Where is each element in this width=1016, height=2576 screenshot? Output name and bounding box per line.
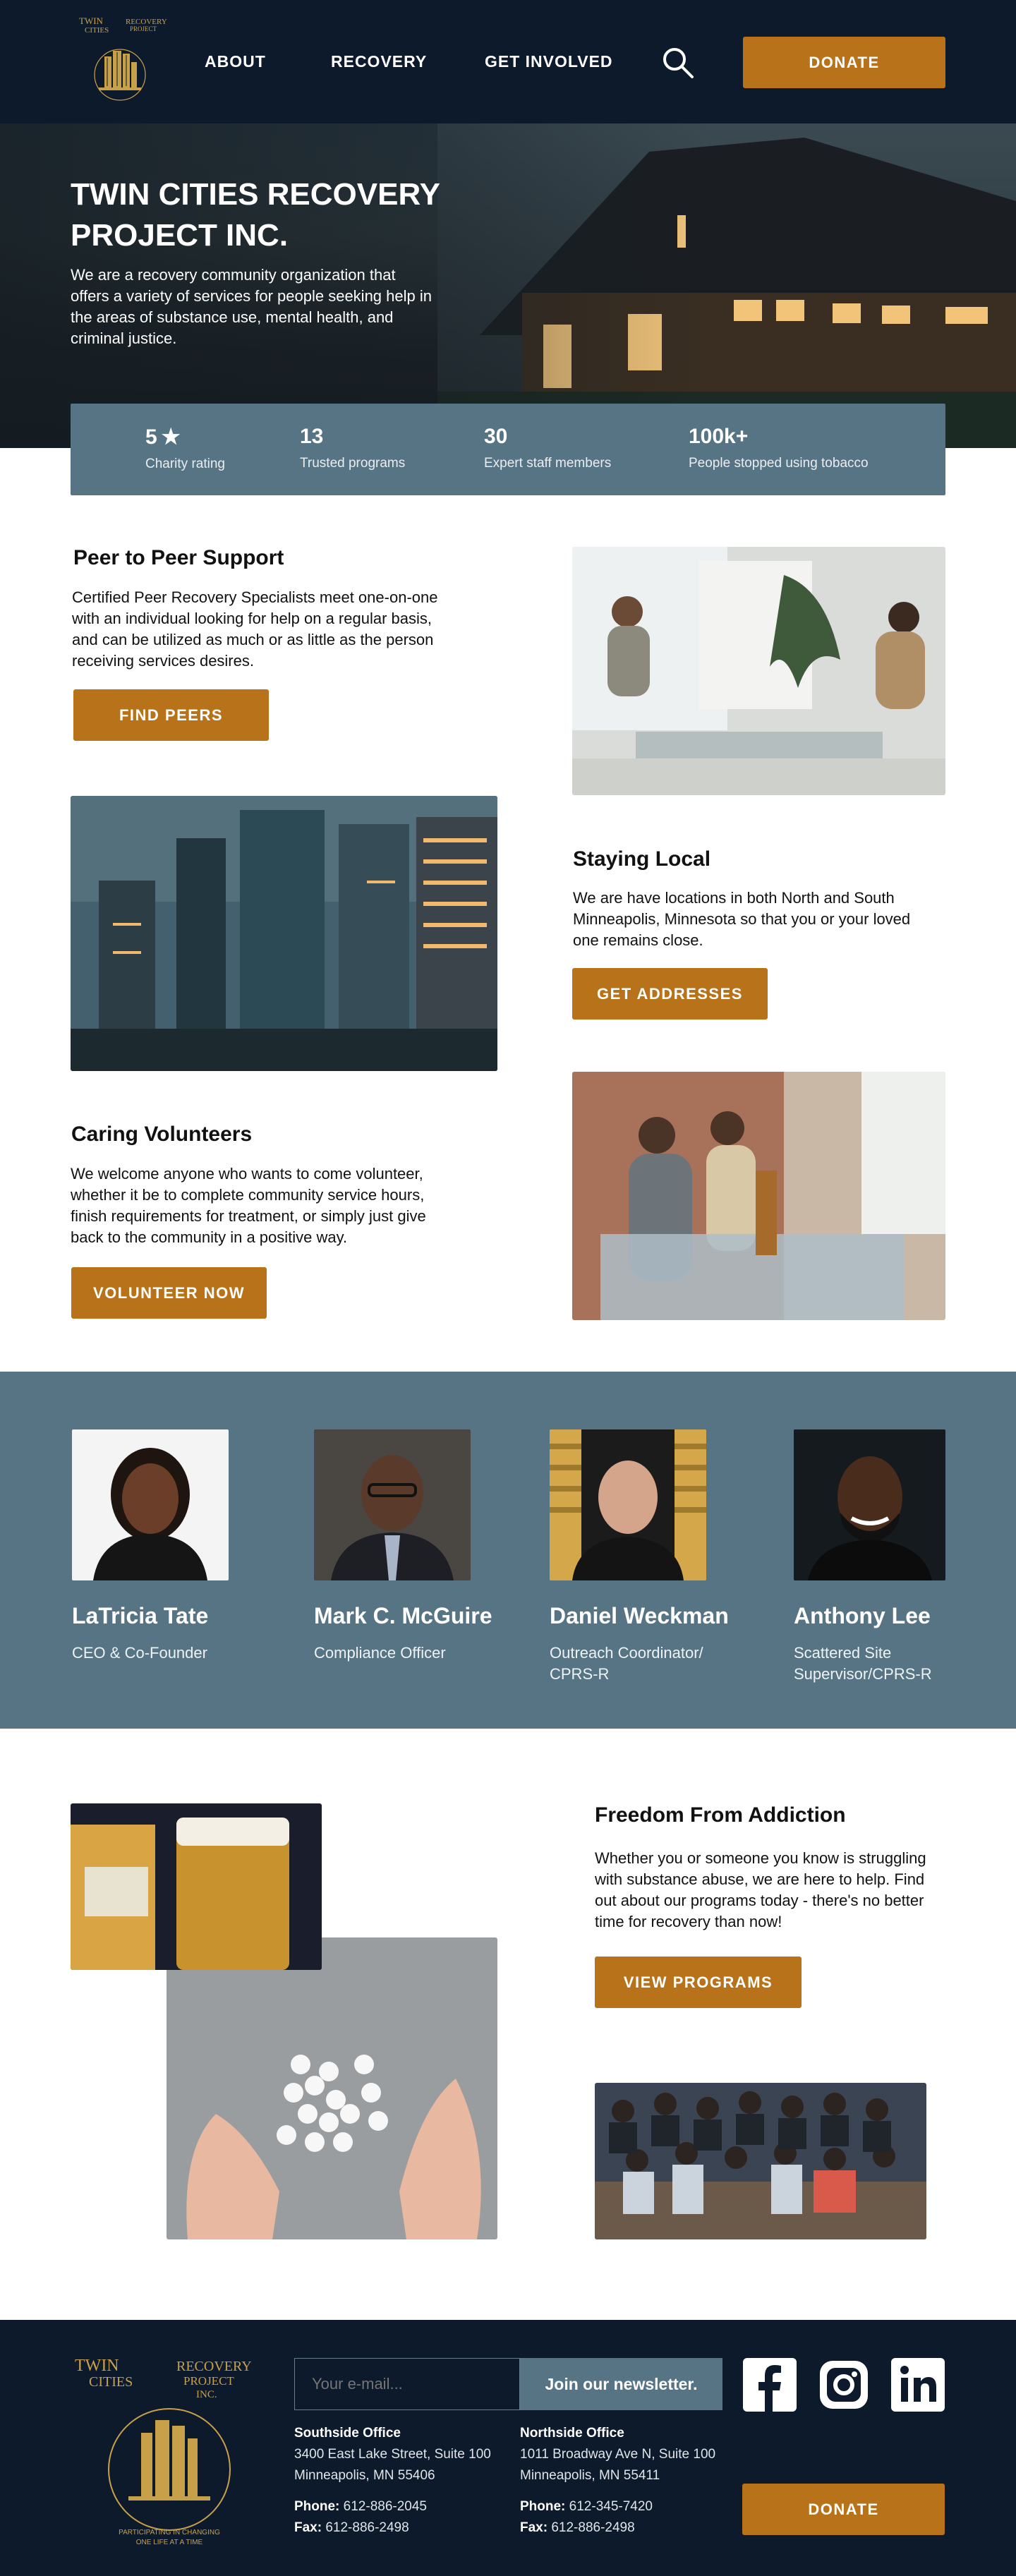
svg-text:PROJECT: PROJECT <box>130 25 157 32</box>
svg-text:INC.: INC. <box>196 2389 217 2400</box>
newsletter-join-button[interactable]: Join our newsletter. <box>520 2358 722 2410</box>
svg-text:PARTICIPATING IN CHANGING: PARTICIPATING IN CHANGING <box>119 2529 220 2536</box>
team-member-role: Compliance Officer <box>314 1644 446 1662</box>
beer-glass-photo <box>71 1803 322 1970</box>
freedom-title: Freedom From Addiction <box>595 1803 846 1827</box>
office-address-line2: Minneapolis, MN 55406 <box>294 2468 435 2483</box>
caring-volunteers-title: Caring Volunteers <box>71 1123 253 1146</box>
star-icon: ★ <box>161 425 181 449</box>
stat-value: 30 <box>484 425 508 448</box>
fax-label: Fax: <box>294 2520 322 2535</box>
northside-office: Northside Office 1011 Broadway Ave N, Su… <box>520 2423 715 2539</box>
svg-text:PROJECT: PROJECT <box>183 2374 234 2388</box>
team-member-name: LaTricia Tate <box>72 1603 209 1628</box>
svg-text:CITIES: CITIES <box>85 26 109 35</box>
top-navbar: TWIN CITIES RECOVERY PROJECT ABOUT RECOV… <box>0 0 1016 123</box>
staying-local-text: We are have locations in both North and … <box>573 889 911 949</box>
hero-title: TWIN CITIES RECOVERY PROJECT INC. <box>71 177 440 253</box>
southside-office: Southside Office 3400 East Lake Street, … <box>294 2423 491 2539</box>
team-photo-mark-mcguire <box>314 1429 471 1580</box>
peer-support-title: Peer to Peer Support <box>73 546 284 569</box>
staying-local-title: Staying Local <box>573 847 711 871</box>
nav-recovery[interactable]: RECOVERY <box>331 52 427 71</box>
stat-value: 13 <box>300 425 324 448</box>
facebook-icon[interactable] <box>743 2358 797 2412</box>
donate-button[interactable]: DONATE <box>743 37 945 88</box>
team-photo-latricia-tate <box>72 1429 229 1580</box>
hero-section: TWIN CITIES RECOVERY PROJECT INC. We are… <box>0 123 1016 448</box>
stat-value: 100k+ <box>689 425 749 448</box>
search-icon[interactable] <box>662 47 694 79</box>
stat-label: Expert staff members <box>484 456 612 471</box>
office-phone[interactable]: 612-345-7420 <box>569 2499 653 2514</box>
office-title: Northside Office <box>520 2426 624 2441</box>
team-photo-daniel-weckman <box>550 1429 706 1580</box>
view-programs-button[interactable]: VIEW PROGRAMS <box>595 1957 802 2008</box>
footer-donate-button[interactable]: DONATE <box>742 2484 945 2535</box>
linkedin-icon[interactable] <box>891 2358 945 2412</box>
office-address-line2: Minneapolis, MN 55411 <box>520 2468 660 2483</box>
newsletter-email-input[interactable] <box>294 2358 520 2410</box>
stat-value: 5 <box>145 425 157 449</box>
stat-label: Charity rating <box>145 456 225 471</box>
svg-text:ONE LIFE AT A TIME: ONE LIFE AT A TIME <box>136 2539 203 2546</box>
office-fax: 612-886-2498 <box>551 2520 635 2535</box>
svg-text:RECOVERY: RECOVERY <box>176 2359 252 2374</box>
group-photo <box>595 2083 926 2239</box>
team-section: LaTricia Tate CEO & Co-Founder Mark C. M… <box>0 1372 1016 1729</box>
peer-support-photo <box>572 547 945 795</box>
get-addresses-button[interactable]: GET ADDRESSES <box>572 968 768 1020</box>
phone-label: Phone: <box>520 2499 566 2514</box>
fax-label: Fax: <box>520 2520 548 2535</box>
stat-programs: 13 Trusted programs <box>300 425 405 471</box>
team-member-role: Outreach Coordinator/ CPRS-R <box>550 1644 703 1683</box>
stat-label: People stopped using tobacco <box>689 456 869 471</box>
peer-support-text: Certified Peer Recovery Specialists meet… <box>72 588 438 670</box>
pills-photo <box>167 1937 497 2239</box>
volunteers-photo <box>572 1072 945 1320</box>
minneapolis-skyline-photo <box>71 796 497 1071</box>
team-member-name: Mark C. McGuire <box>314 1603 492 1628</box>
instagram-icon[interactable] <box>817 2358 871 2412</box>
phone-label: Phone: <box>294 2499 340 2514</box>
svg-text:TWIN: TWIN <box>79 16 104 26</box>
office-phone[interactable]: 612-886-2045 <box>344 2499 427 2514</box>
site-logo[interactable]: TWIN CITIES RECOVERY PROJECT <box>71 11 169 110</box>
stat-charity-rating: 5 ★ Charity rating <box>145 425 225 472</box>
team-member-role: Scattered Site Supervisor/CPRS-R <box>794 1644 932 1683</box>
office-address-line1: 1011 Broadway Ave N, Suite 100 <box>520 2447 716 2462</box>
svg-text:CITIES: CITIES <box>89 2374 133 2390</box>
caring-volunteers-text: We welcome anyone who wants to come volu… <box>71 1165 426 1246</box>
office-title: Southside Office <box>294 2426 401 2441</box>
team-member-name: Anthony Lee <box>794 1603 931 1628</box>
find-peers-button[interactable]: FIND PEERS <box>73 689 269 741</box>
team-photo-anthony-lee <box>794 1429 945 1580</box>
freedom-text: Whether you or someone you know is strug… <box>595 1849 926 1930</box>
stat-tobacco: 100k+ People stopped using tobacco <box>689 425 869 471</box>
hero-description: We are a recovery community organization… <box>71 266 432 347</box>
footer-logo[interactable]: TWIN CITIES RECOVERY PROJECT INC. PARTIC… <box>71 2350 268 2547</box>
stat-staff: 30 Expert staff members <box>484 425 611 471</box>
svg-text:TWIN: TWIN <box>75 2357 119 2375</box>
office-address-line1: 3400 East Lake Street, Suite 100 <box>294 2447 491 2462</box>
stat-label: Trusted programs <box>300 456 406 471</box>
office-fax: 612-886-2498 <box>325 2520 409 2535</box>
site-footer: TWIN CITIES RECOVERY PROJECT INC. PARTIC… <box>0 2320 1016 2576</box>
stats-bar: 5 ★ Charity rating 13 Trusted programs 30… <box>71 404 945 495</box>
nav-get-involved[interactable]: GET INVOLVED <box>485 52 613 71</box>
nav-about[interactable]: ABOUT <box>205 52 266 71</box>
page: TWIN CITIES RECOVERY PROJECT ABOUT RECOV… <box>0 0 1016 2576</box>
team-member-name: Daniel Weckman <box>550 1603 729 1628</box>
volunteer-now-button[interactable]: VOLUNTEER NOW <box>71 1267 267 1319</box>
team-member-role: CEO & Co-Founder <box>72 1644 207 1662</box>
